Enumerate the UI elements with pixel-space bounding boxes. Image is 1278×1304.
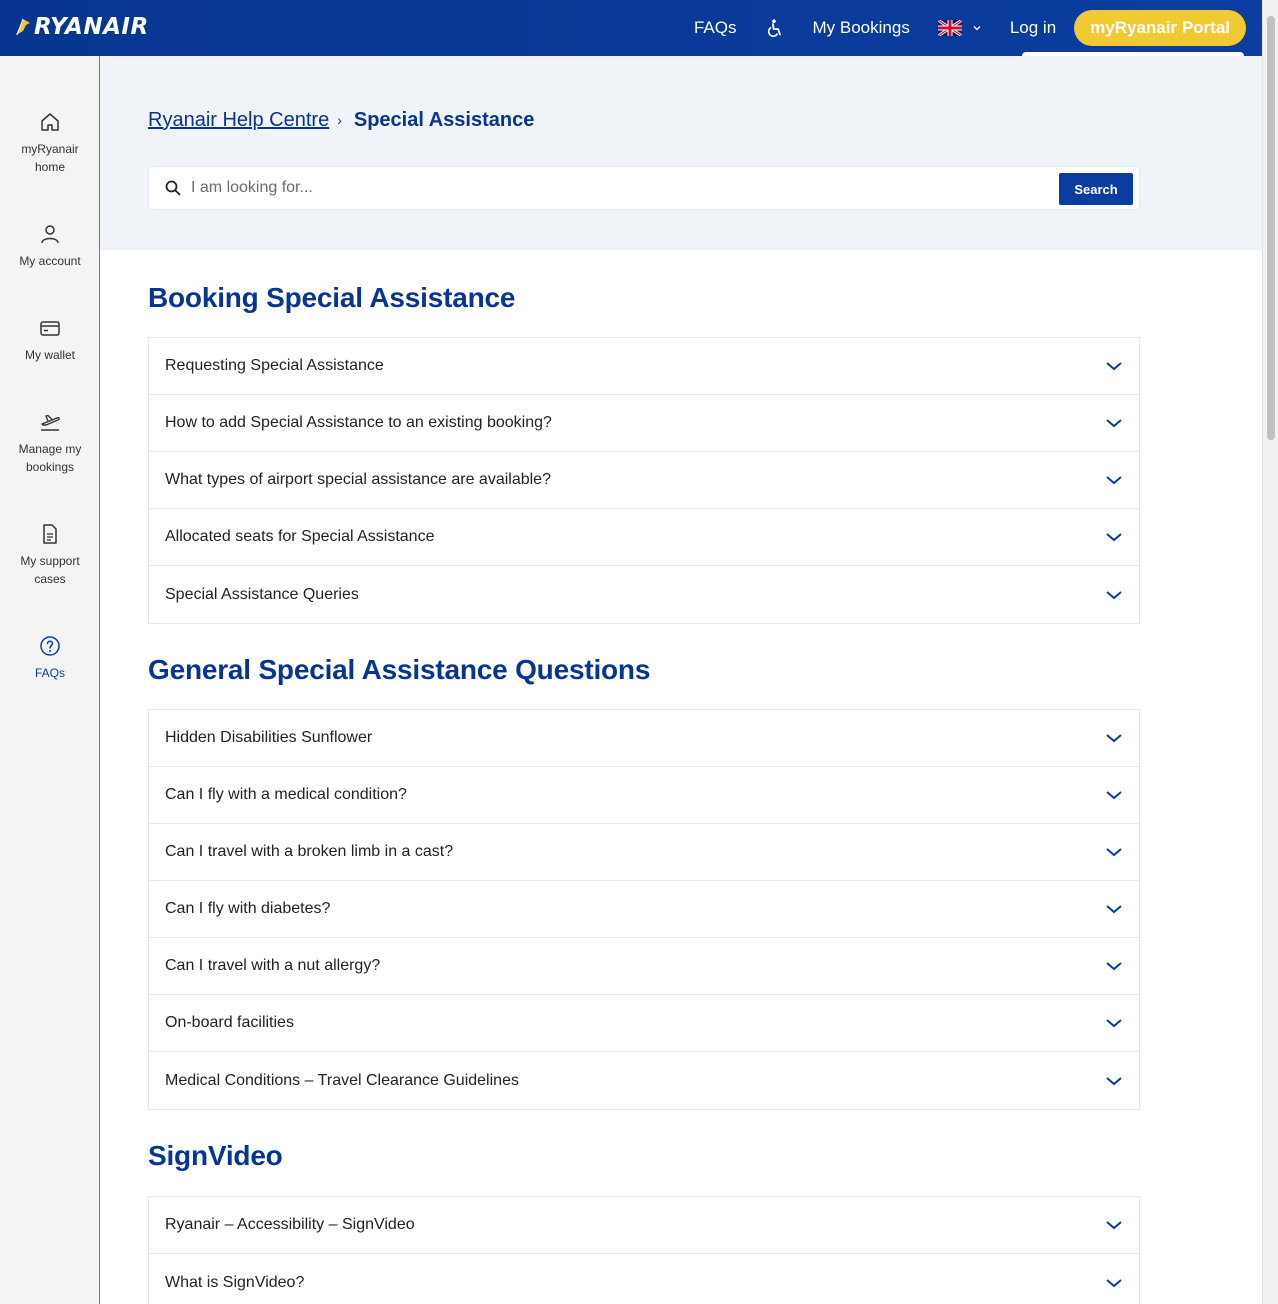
accordion-general-special-assistance: Hidden Disabilities Sunflower Can I fly … xyxy=(148,709,1140,1110)
question-icon xyxy=(40,636,60,656)
sidebar-item-label: myRyanair home xyxy=(21,142,79,174)
accordion-item-label: Requesting Special Assistance xyxy=(165,357,384,374)
accessibility-button[interactable] xyxy=(751,8,799,48)
accordion-signvideo: Ryanair – Accessibility – SignVideo What… xyxy=(148,1196,1140,1304)
section-title-general-special-assistance: General Special Assistance Questions xyxy=(148,654,651,685)
search-icon xyxy=(165,180,181,196)
user-icon xyxy=(41,225,59,244)
sidebar-item-faqs[interactable]: FAQs xyxy=(0,634,100,682)
hero-search-area xyxy=(100,56,1262,250)
accordion-item[interactable]: How to add Special Assistance to an exis… xyxy=(149,395,1139,452)
accordion-item-label: Allocated seats for Special Assistance xyxy=(165,528,435,545)
wheelchair-icon xyxy=(767,19,781,37)
chevron-down-icon xyxy=(1106,419,1122,428)
chevron-down-icon xyxy=(1106,734,1122,743)
chevron-down-icon xyxy=(1106,362,1122,371)
log-in-link[interactable]: Log in xyxy=(996,8,1070,48)
section-title-booking-special-assistance: Booking Special Assistance xyxy=(148,282,516,313)
accordion-booking-special-assistance: Requesting Special Assistance How to add… xyxy=(148,337,1140,624)
accordion-item-label: Can I travel with a broken limb in a cas… xyxy=(165,843,454,860)
sidebar-item-my-account[interactable]: My account xyxy=(0,222,100,270)
breadcrumb-current: Special Assistance xyxy=(353,108,535,131)
breadcrumb-separator-icon: › xyxy=(337,112,342,128)
harp-icon xyxy=(16,18,30,36)
chevron-down-icon xyxy=(1106,1019,1122,1028)
accordion-item-label: Hidden Disabilities Sunflower xyxy=(165,729,373,746)
chevron-down-icon xyxy=(1106,848,1122,857)
accordion-item[interactable]: Allocated seats for Special Assistance xyxy=(149,509,1139,566)
breadcrumb: Ryanair Help Centre › Special Assistance xyxy=(148,106,534,134)
accordion-item-label: Ryanair – Accessibility – SignVideo xyxy=(165,1216,415,1233)
sidebar-item-myryanair-home[interactable]: myRyanair home xyxy=(0,110,100,176)
accordion-item-label: Special Assistance Queries xyxy=(165,585,359,603)
plane-icon xyxy=(41,414,60,431)
chevron-down-icon xyxy=(1106,533,1122,542)
home-icon xyxy=(41,113,59,131)
accordion-item-label: What is SignVideo? xyxy=(165,1273,305,1291)
chevron-down-icon xyxy=(1106,905,1122,914)
sidebar-item-label: My account xyxy=(19,254,81,268)
accordion-item[interactable]: Can I fly with diabetes? xyxy=(149,881,1139,938)
sidebar-item-label: My support cases xyxy=(20,554,80,586)
accordion-item-label: What types of airport special assistance… xyxy=(165,471,551,488)
accordion-item[interactable]: Can I travel with a nut allergy? xyxy=(149,938,1139,995)
chevron-down-icon xyxy=(1106,476,1122,485)
top-header: RYANAIR FAQs My Bookings Log in myRyanai… xyxy=(0,0,1262,56)
chevron-down-icon xyxy=(1106,962,1122,971)
accordion-item[interactable]: Requesting Special Assistance xyxy=(149,338,1139,395)
accordion-item-label: On-board facilities xyxy=(165,1014,294,1031)
sidebar-item-my-support-cases[interactable]: My support cases xyxy=(0,522,100,588)
accordion-item-label: Can I fly with a medical condition? xyxy=(165,786,407,803)
accordion-item[interactable]: Ryanair – Accessibility – SignVideo xyxy=(149,1197,1139,1254)
accordion-item[interactable]: On-board facilities xyxy=(149,995,1139,1052)
accordion-item-label: How to add Special Assistance to an exis… xyxy=(165,414,552,431)
accordion-item[interactable]: What types of airport special assistance… xyxy=(149,452,1139,509)
accordion-item[interactable]: Medical Conditions – Travel Clearance Gu… xyxy=(149,1052,1139,1109)
accordion-item[interactable]: Can I travel with a broken limb in a cas… xyxy=(149,824,1139,881)
uk-flag-icon xyxy=(937,20,962,36)
myryanair-portal-button[interactable]: myRyanair Portal xyxy=(1074,10,1246,46)
wallet-icon xyxy=(40,321,60,336)
ryanair-logo[interactable]: RYANAIR xyxy=(14,14,158,40)
chevron-down-icon xyxy=(1106,1278,1122,1287)
document-icon xyxy=(43,524,57,544)
accordion-item-label: Medical Conditions – Travel Clearance Gu… xyxy=(165,1071,519,1089)
language-selector[interactable] xyxy=(924,8,996,48)
scrollbar-thumb[interactable] xyxy=(1267,16,1275,440)
search-input[interactable] xyxy=(191,179,1139,197)
breadcrumb-help-centre-link[interactable]: Ryanair Help Centre xyxy=(148,109,329,132)
chevron-down-icon xyxy=(1106,1076,1122,1085)
sidebar-item-manage-my-bookings[interactable]: Manage my bookings xyxy=(0,410,100,476)
sidebar-item-label: My wallet xyxy=(24,348,75,362)
accordion-item[interactable]: Special Assistance Queries xyxy=(149,566,1139,623)
accordion-item-label: Can I fly with diabetes? xyxy=(165,900,331,917)
chevron-down-icon xyxy=(973,26,981,31)
top-navigation: FAQs My Bookings Log in myRyanair Portal xyxy=(680,8,1246,48)
sidebar: myRyanair home My account My wallet Mana… xyxy=(0,56,100,1304)
accordion-item-label: Can I travel with a nut allergy? xyxy=(165,957,381,974)
sidebar-item-label: Manage my bookings xyxy=(18,442,82,474)
chevron-down-icon xyxy=(1106,590,1122,599)
chevron-down-icon xyxy=(1106,1221,1122,1230)
faqs-link[interactable]: FAQs xyxy=(680,8,751,48)
sidebar-item-my-wallet[interactable]: My wallet xyxy=(0,316,100,364)
accordion-item[interactable]: Can I fly with a medical condition? xyxy=(149,767,1139,824)
search-bar: Search xyxy=(148,166,1140,210)
my-bookings-link[interactable]: My Bookings xyxy=(799,8,924,48)
chevron-down-icon xyxy=(1106,791,1122,800)
page-scrollbar[interactable] xyxy=(1262,0,1278,1304)
logo-wordmark: RYANAIR xyxy=(34,14,149,40)
search-button[interactable]: Search xyxy=(1059,173,1133,205)
accordion-item[interactable]: Hidden Disabilities Sunflower xyxy=(149,710,1139,767)
sidebar-item-label: FAQs xyxy=(34,666,65,680)
accordion-item[interactable]: What is SignVideo? xyxy=(149,1254,1139,1304)
section-title-signvideo: SignVideo xyxy=(148,1140,283,1171)
